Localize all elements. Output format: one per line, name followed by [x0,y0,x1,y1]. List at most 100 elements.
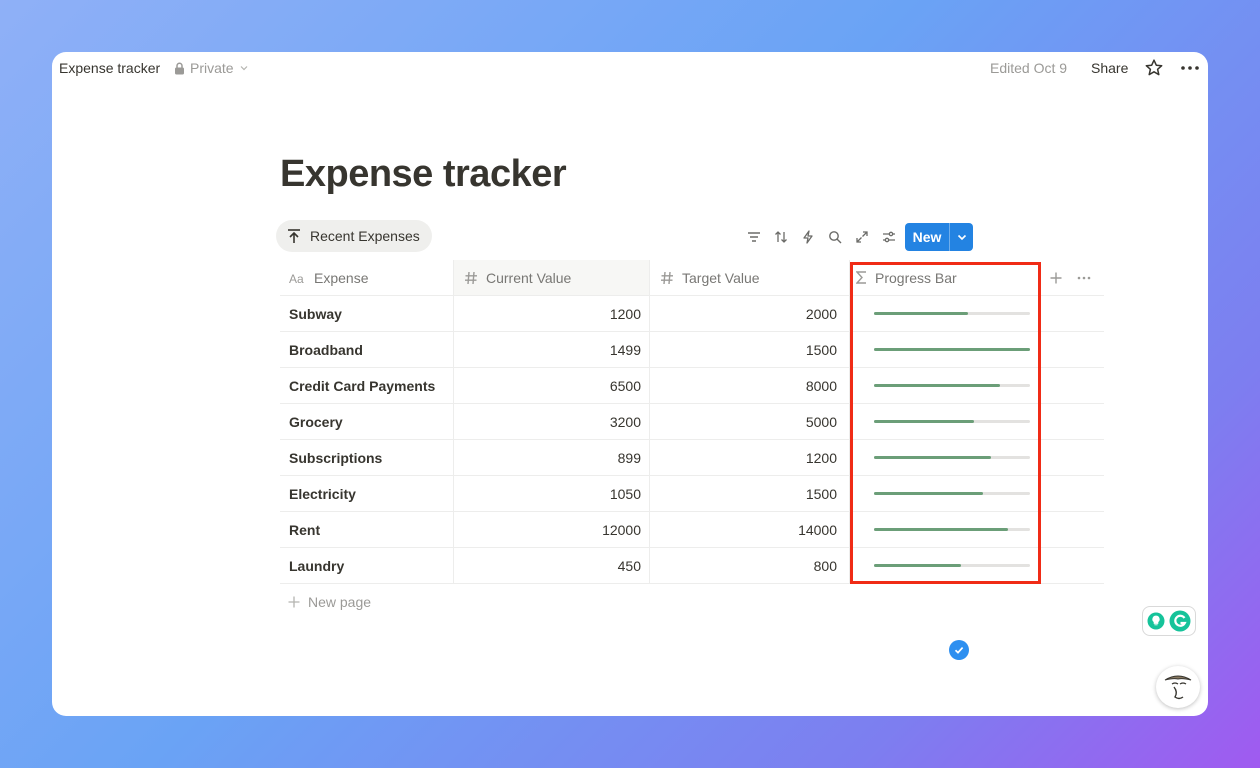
view-tab-recent-expenses[interactable]: Recent Expenses [276,220,432,252]
target-value: 1500 [805,485,837,502]
view-toolbar [740,226,902,248]
cell-expense[interactable]: Broadband [280,332,454,367]
plus-icon [288,596,300,608]
cell-empty [1040,548,1104,583]
breadcrumb-title[interactable]: Expense tracker [59,60,160,76]
table-body: Subway 1200 2000 Broadband 1499 1500 Credit Ca… [280,296,1104,584]
current-value: 12000 [602,521,641,538]
progress-fill [874,384,1001,387]
progress-fill [874,420,974,423]
cell-expense[interactable]: Electricity [280,476,454,511]
column-header-expense[interactable]: Aa Expense [280,260,454,295]
table-options-button[interactable] [1072,260,1096,296]
cell-expense[interactable]: Subscriptions [280,440,454,475]
cell-target-value[interactable]: 2000 [650,296,850,331]
progress-fill [874,492,984,495]
expense-name: Subway [289,305,342,322]
privacy-menu[interactable]: Private [174,60,249,76]
search-icon [828,231,841,244]
cell-expense[interactable]: Credit Card Payments [280,368,454,403]
cell-progress-bar[interactable] [850,476,1040,511]
view-tab-label: Recent Expenses [310,228,420,244]
cell-progress-bar[interactable] [850,548,1040,583]
star-icon[interactable] [1144,58,1164,78]
column-header-progress-bar[interactable]: Progress Bar [850,260,1040,295]
sort-icon [774,231,787,243]
sort-button[interactable] [767,226,794,248]
expense-name: Subscriptions [289,449,383,466]
column-header-target-value[interactable]: Target Value [650,260,850,295]
table-row[interactable]: Credit Card Payments 6500 8000 [280,368,1104,404]
table-row[interactable]: Subscriptions 899 1200 [280,440,1104,476]
table-row[interactable]: Broadband 1499 1500 [280,332,1104,368]
text-property-icon: Aa [289,272,306,284]
cell-target-value[interactable]: 5000 [650,404,850,439]
new-page-button[interactable]: New page [288,594,371,610]
new-button[interactable]: New [905,229,949,245]
table-row[interactable]: Grocery 3200 5000 [280,404,1104,440]
share-button[interactable]: Share [1091,60,1128,76]
settings-button[interactable] [875,226,902,248]
target-value: 8000 [805,377,837,394]
lightning-icon [802,230,813,244]
cell-current-value[interactable]: 899 [454,440,650,475]
chevron-down-icon [957,234,966,241]
progress-fill [874,564,962,567]
cell-expense[interactable]: Laundry [280,548,454,583]
cell-progress-bar[interactable] [850,368,1040,403]
current-value: 450 [617,557,641,574]
cell-progress-bar[interactable] [850,296,1040,331]
cell-expense[interactable]: Grocery [280,404,454,439]
app-window: Expense tracker Private Edited Oct 9 Sha… [52,52,1208,716]
cell-target-value[interactable]: 800 [650,548,850,583]
cell-progress-bar[interactable] [850,332,1040,367]
table-row[interactable]: Subway 1200 2000 [280,296,1104,332]
progress-track [874,312,1030,315]
more-options-icon[interactable] [1179,58,1201,78]
table-row[interactable]: Laundry 450 800 [280,548,1104,584]
cell-progress-bar[interactable] [850,512,1040,547]
cell-progress-bar[interactable] [850,404,1040,439]
cell-current-value[interactable]: 1200 [454,296,650,331]
top-bar: Expense tracker Private Edited Oct 9 Sha… [52,52,1208,84]
add-property-button[interactable] [1040,260,1072,296]
search-button[interactable] [821,226,848,248]
cell-current-value[interactable]: 6500 [454,368,650,403]
table-row[interactable]: Rent 12000 14000 [280,512,1104,548]
cell-current-value[interactable]: 1499 [454,332,650,367]
page-title[interactable]: Expense tracker [280,153,567,196]
svg-text:Aa: Aa [289,272,304,284]
expense-name: Electricity [289,485,356,502]
cell-empty [1040,440,1104,475]
cell-empty [1040,512,1104,547]
cell-target-value[interactable]: 8000 [650,368,850,403]
cell-current-value[interactable]: 12000 [454,512,650,547]
progress-track [874,420,1030,423]
cell-current-value[interactable]: 450 [454,548,650,583]
cell-target-value[interactable]: 1500 [650,332,850,367]
assistant-avatar-button[interactable] [1156,666,1200,708]
table-row[interactable]: Electricity 1050 1500 [280,476,1104,512]
current-value: 6500 [609,377,641,394]
progress-fill [874,312,968,315]
cell-current-value[interactable]: 3200 [454,404,650,439]
cell-target-value[interactable]: 1500 [650,476,850,511]
target-value: 1500 [805,341,837,358]
new-dropdown-button[interactable] [950,231,973,243]
cell-target-value[interactable]: 1200 [650,440,850,475]
cell-progress-bar[interactable] [850,440,1040,475]
automation-button[interactable] [794,226,821,248]
expand-button[interactable] [848,226,875,248]
cell-current-value[interactable]: 1050 [454,476,650,511]
cell-expense[interactable]: Rent [280,512,454,547]
filter-button[interactable] [740,226,767,248]
progress-track [874,456,1030,459]
progress-track [874,384,1030,387]
cell-target-value[interactable]: 14000 [650,512,850,547]
grammarly-widget[interactable] [1142,606,1196,636]
cell-expense[interactable]: Subway [280,296,454,331]
new-button-group: New [905,223,973,251]
current-value: 3200 [609,413,641,430]
current-value: 899 [617,449,641,466]
column-header-current-value[interactable]: Current Value [454,260,650,295]
